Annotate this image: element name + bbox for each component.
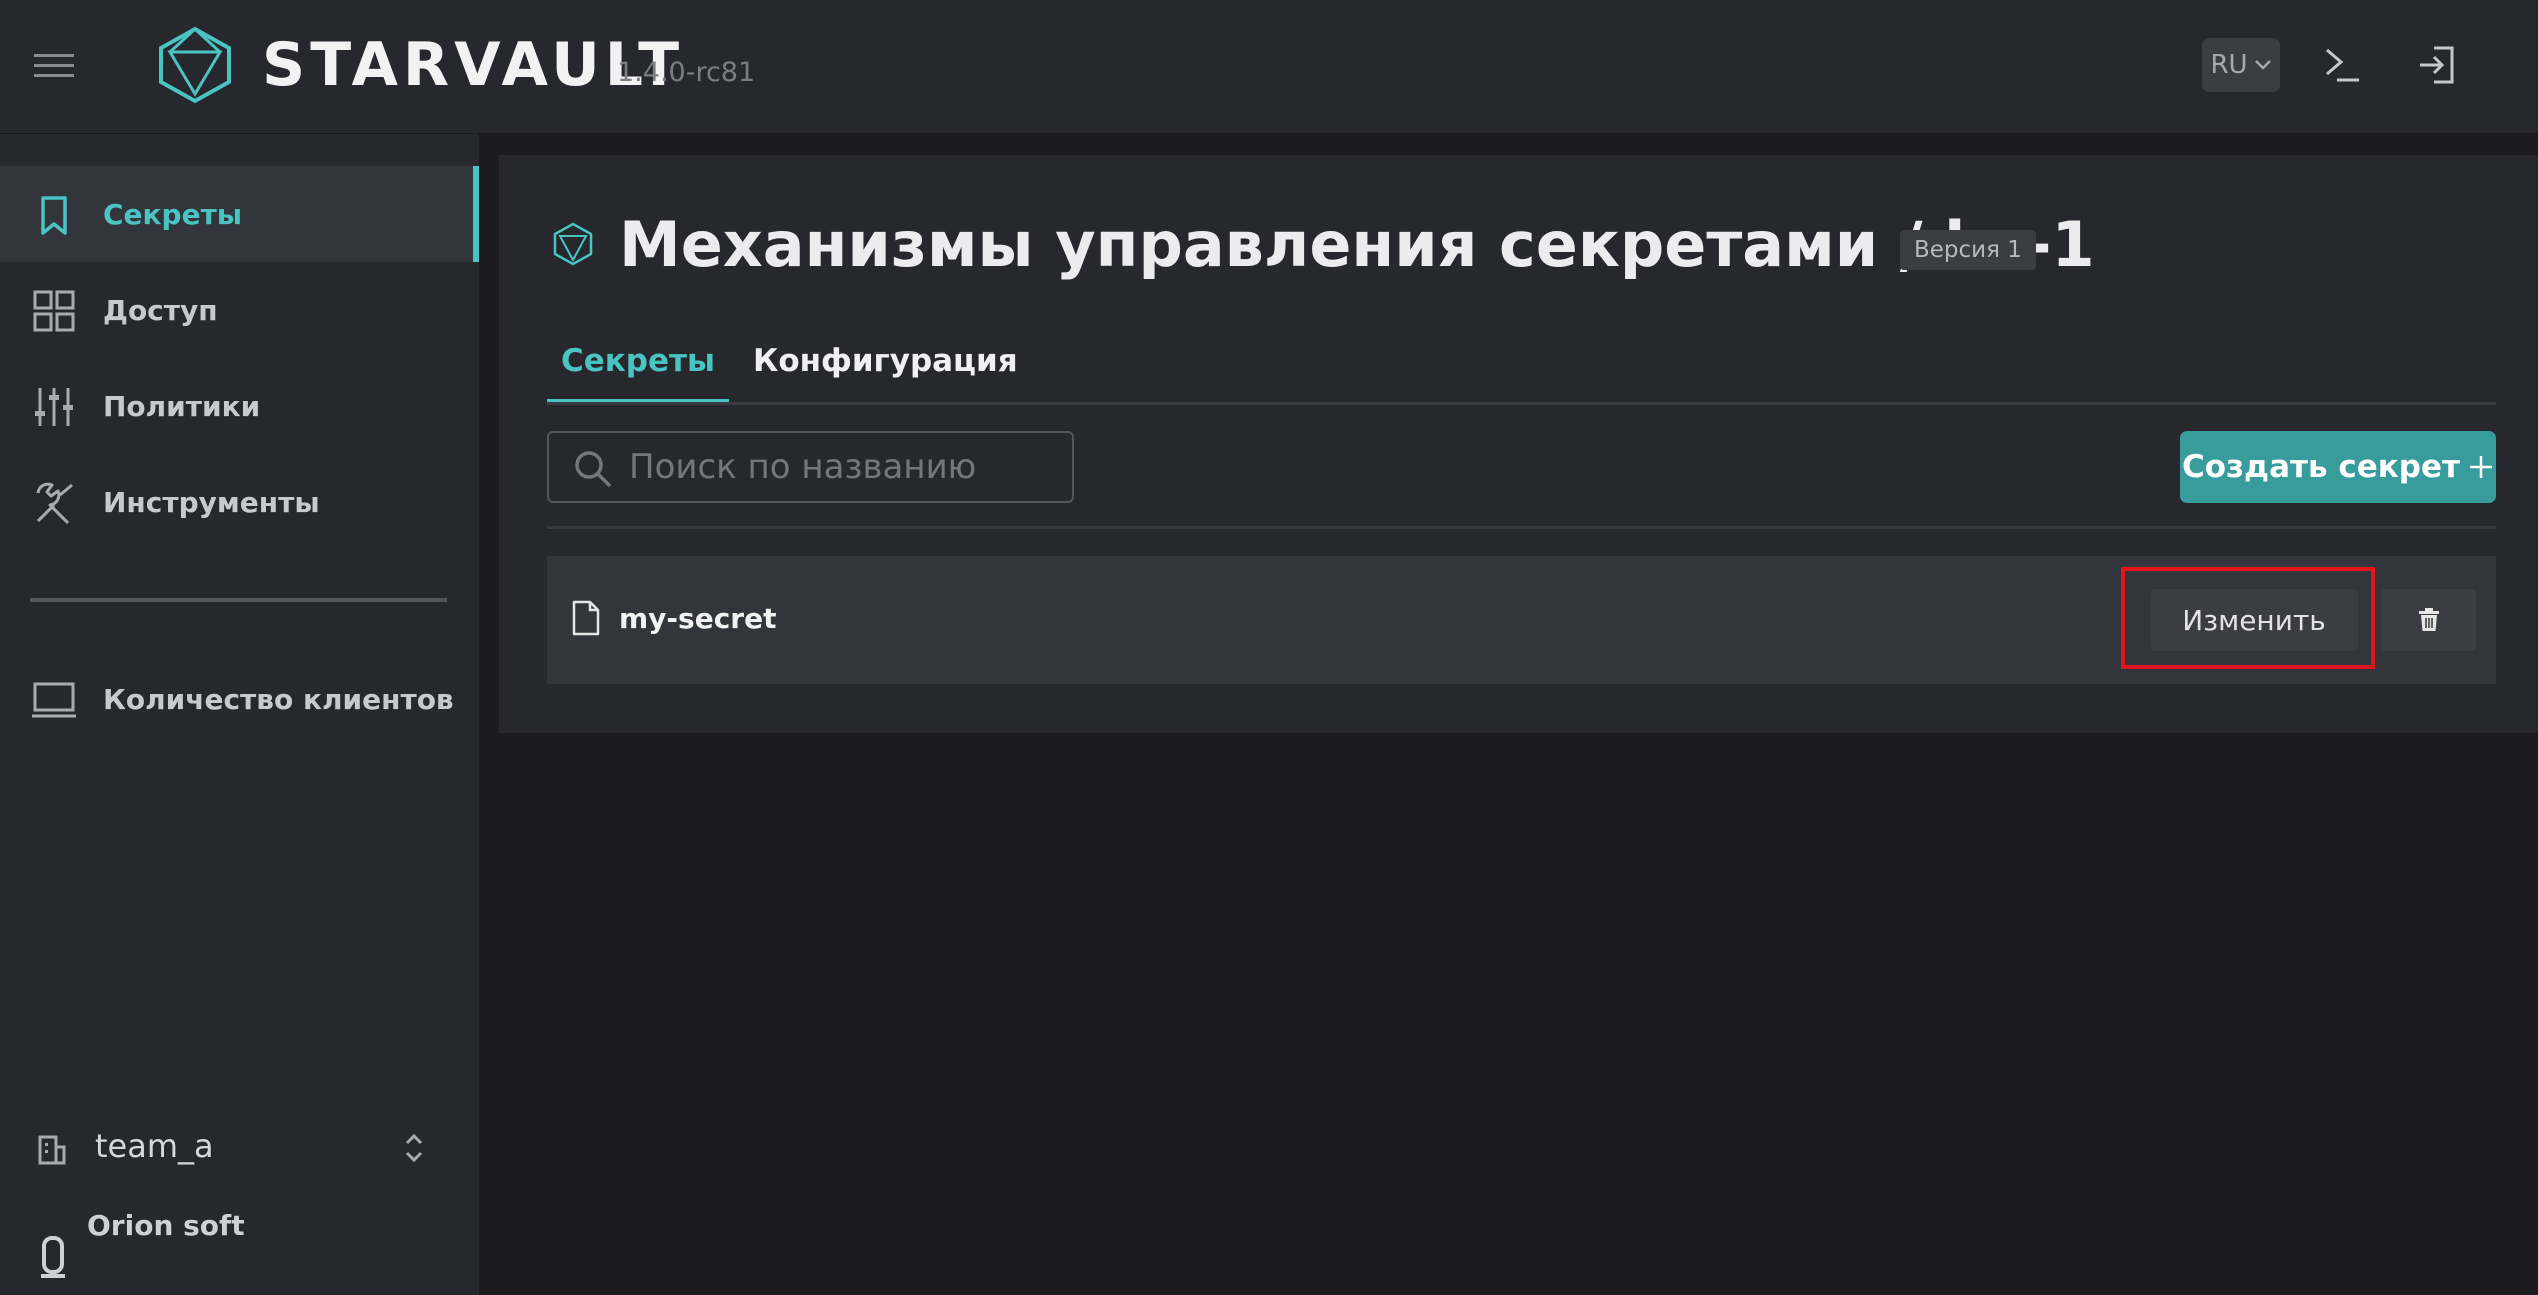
list-divider [547, 526, 2496, 529]
search-icon [573, 449, 613, 489]
team-selector[interactable]: team_a [0, 1117, 479, 1177]
trash-icon [2418, 608, 2440, 632]
grid-icon [32, 289, 76, 333]
language-select[interactable]: RU [2202, 38, 2280, 92]
chevron-updown-icon [402, 1131, 426, 1165]
version-badge: Версия 1 [1900, 230, 2036, 270]
file-icon [571, 600, 601, 636]
create-secret-label: Создать секрет [2181, 449, 2460, 485]
tab-secrets[interactable]: Секреты [547, 336, 729, 404]
sidebar-item-label: Политики [103, 389, 261, 423]
terminal-icon[interactable] [2317, 40, 2367, 90]
top-bar: STARVAULT 1.4.0-rc81 RU [0, 0, 2538, 134]
tab-configuration[interactable]: Конфигурация [753, 336, 1018, 404]
app-version: 1.4.0-rc81 [617, 57, 756, 88]
sidebar-item-label: Доступ [103, 293, 218, 327]
engine-icon [553, 222, 593, 266]
edit-button[interactable]: Изменить [2150, 589, 2358, 651]
secret-name[interactable]: my-secret [619, 602, 777, 635]
chevron-down-icon [2254, 59, 2272, 71]
page-title: Механизмы управления секретами / kv-1 [619, 208, 2095, 281]
monitor-icon [32, 678, 76, 722]
sliders-icon [32, 385, 76, 429]
sidebar-item-label: Количество клиентов [103, 682, 454, 716]
sidebar-divider [30, 598, 447, 602]
search-input[interactable] [629, 441, 1059, 493]
secret-row[interactable]: my-secret Изменить [547, 556, 2496, 684]
tabs-divider [547, 402, 2496, 405]
create-secret-button[interactable]: Создать секрет [2180, 431, 2496, 503]
sidebar-item-label: Инструменты [103, 485, 320, 519]
team-name: team_a [95, 1127, 214, 1165]
org-name: Orion soft [87, 1209, 245, 1242]
plus-icon [2468, 454, 2494, 480]
search-box [547, 431, 1074, 503]
sidebar-item-secrets[interactable]: Секреты [0, 166, 479, 262]
sidebar-item-access[interactable]: Доступ [0, 262, 479, 358]
sidebar-item-label: Секреты [103, 197, 243, 231]
sidebar: Секреты Доступ Политики Инструменты Коли… [0, 134, 479, 1295]
language-label: RU [2210, 50, 2248, 80]
org-logo-icon [38, 1236, 68, 1280]
sidebar-item-client-count[interactable]: Количество клиентов [0, 651, 479, 747]
building-icon [36, 1133, 68, 1165]
logo-icon [158, 26, 232, 104]
bookmark-icon [32, 193, 76, 237]
delete-button[interactable] [2381, 589, 2476, 651]
logout-icon[interactable] [2412, 40, 2462, 90]
sidebar-item-policies[interactable]: Политики [0, 358, 479, 454]
tools-icon [32, 481, 76, 525]
menu-icon[interactable] [32, 48, 76, 84]
sidebar-item-tools[interactable]: Инструменты [0, 454, 479, 550]
